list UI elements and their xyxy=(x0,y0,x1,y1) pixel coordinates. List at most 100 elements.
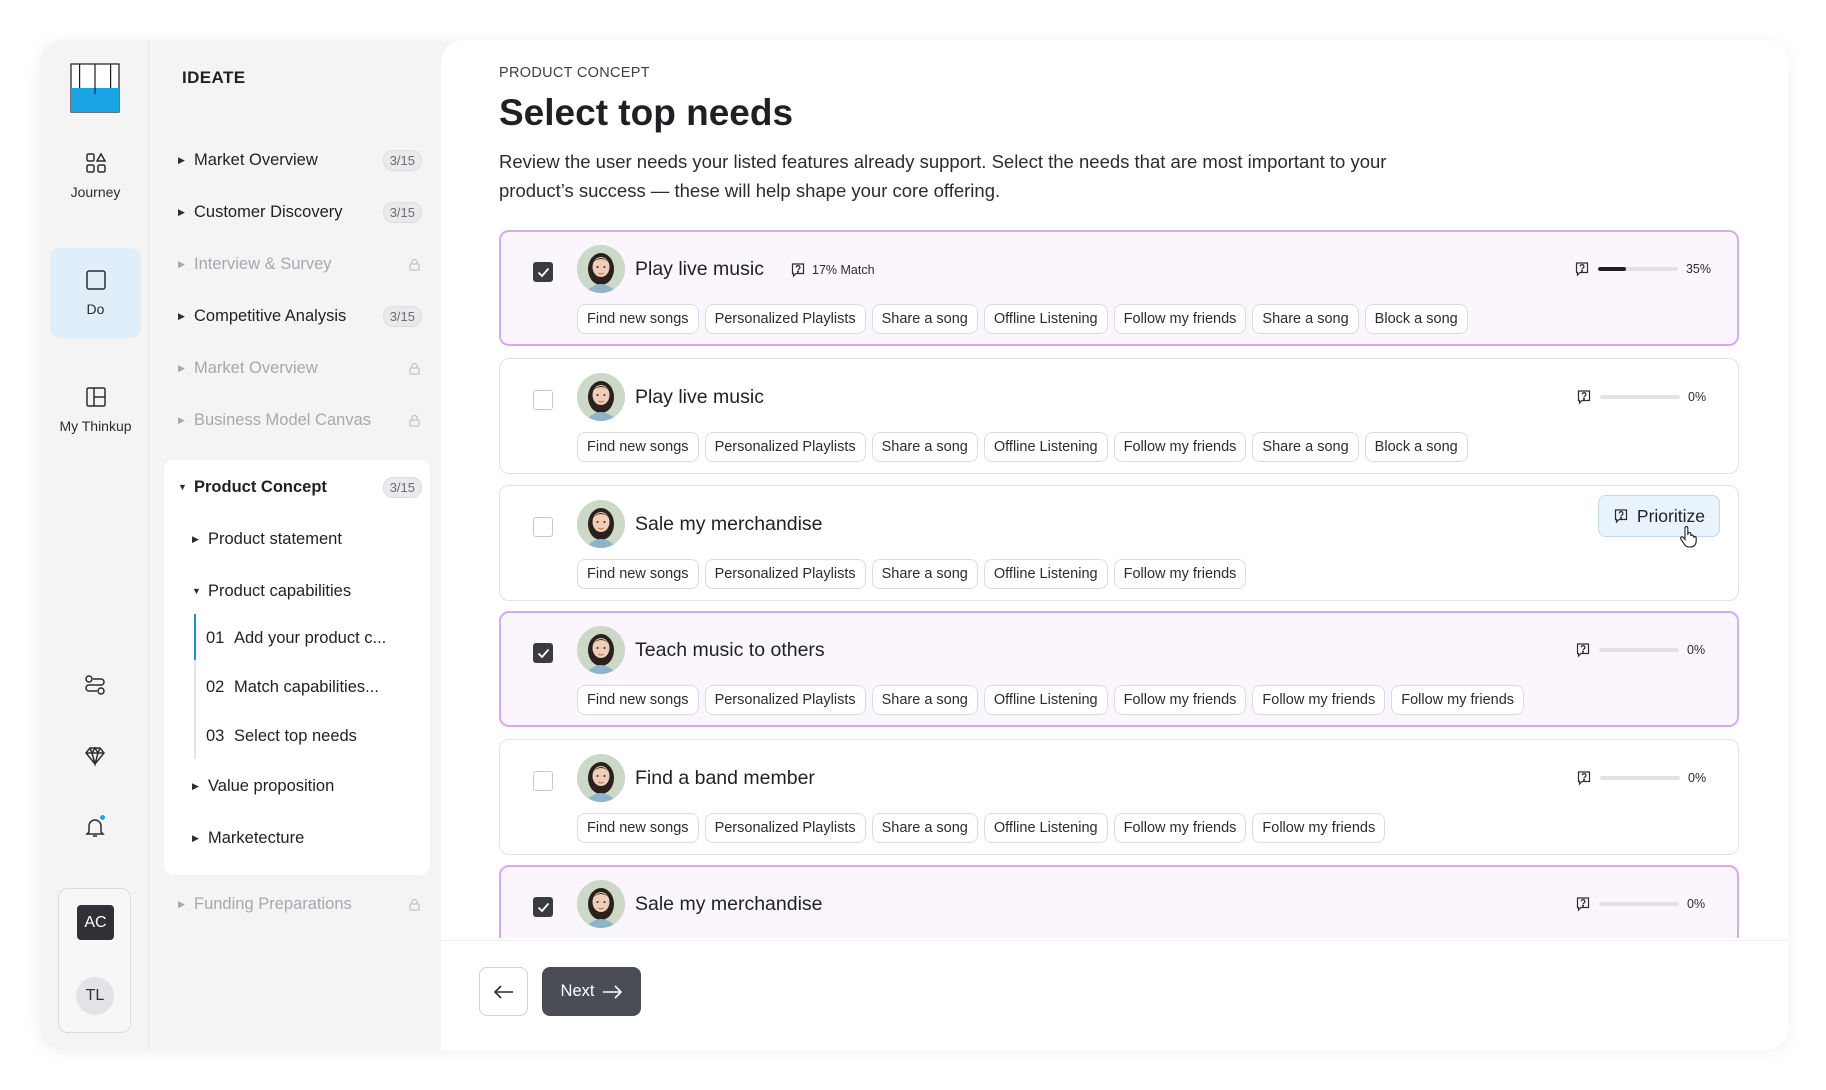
priority-track xyxy=(1600,776,1680,780)
nav-item-competitive-analysis[interactable]: ▶ Competitive Analysis 3/15 xyxy=(164,294,430,338)
feature-tag[interactable]: Share a song xyxy=(1252,304,1359,334)
step-add-product-capabilities[interactable]: 01 Add your product c... xyxy=(206,616,426,660)
left-rail: Journey Do My Thinkup AC TL xyxy=(40,40,149,1050)
step-select-top-needs[interactable]: 03 Select top needs xyxy=(206,714,426,758)
need-checkbox[interactable] xyxy=(533,390,553,410)
priority-meter: 0% xyxy=(1576,770,1712,786)
feature-tag[interactable]: Share a song xyxy=(871,432,978,462)
nav-subitem-marketecture[interactable]: ▶ Marketecture xyxy=(192,816,430,860)
nav-subitem-value-proposition[interactable]: ▶ Value proposition xyxy=(192,764,430,808)
nav-subitem-label: Marketecture xyxy=(208,828,305,847)
feature-tag[interactable]: Find new songs xyxy=(577,685,699,715)
rail-item-label: Do xyxy=(86,301,105,317)
step-match-capabilities[interactable]: 02 Match capabilities... xyxy=(206,665,426,709)
feature-tag[interactable]: Offline Listening xyxy=(983,813,1108,843)
routes-icon xyxy=(85,675,105,695)
step-label: Match capabilities... xyxy=(234,677,379,696)
feature-tag[interactable]: Follow my friends xyxy=(1113,559,1247,589)
nav-item-label: Market Overview xyxy=(194,358,318,377)
feature-tag[interactable]: Offline Listening xyxy=(983,304,1108,334)
notifications-button[interactable] xyxy=(73,805,117,849)
feature-tag[interactable]: Offline Listening xyxy=(983,432,1108,462)
rail-item-do[interactable]: Do xyxy=(50,248,141,338)
feature-tag[interactable]: Personalized Playlists xyxy=(704,813,866,843)
nav-item-market-overview[interactable]: ▶ Market Overview 3/15 xyxy=(164,138,430,182)
rail-item-label: Journey xyxy=(70,184,121,200)
feature-tag[interactable]: Personalized Playlists xyxy=(704,304,866,334)
needs-list[interactable]: Play live music Find new songs Personalize… xyxy=(499,230,1739,938)
persona-portrait xyxy=(577,373,625,421)
feature-tag[interactable]: Follow my friends xyxy=(1252,813,1386,843)
need-card[interactable]: Find a band member Find new songs Personal… xyxy=(499,739,1739,855)
feature-tag[interactable]: Follow my friends xyxy=(1252,685,1386,715)
priority-meter: 35% xyxy=(1574,261,1711,277)
feature-tag[interactable]: Offline Listening xyxy=(983,559,1108,589)
nav-subitem-product-statement[interactable]: ▶ Product statement xyxy=(192,517,430,561)
need-checkbox[interactable] xyxy=(533,643,553,663)
priority-track xyxy=(1600,395,1680,399)
feature-tag[interactable]: Follow my friends xyxy=(1113,304,1247,334)
nav-item-product-concept[interactable]: ▼ Product Concept 3/15 xyxy=(164,465,430,509)
feature-tag[interactable]: Follow my friends xyxy=(1113,432,1247,462)
routes-button[interactable] xyxy=(73,663,117,707)
feature-tag[interactable]: Personalized Playlists xyxy=(704,685,866,715)
feature-tag[interactable]: Find new songs xyxy=(577,304,699,334)
rail-item-my-thinkup[interactable]: My Thinkup xyxy=(50,365,141,455)
match-badge: 17% Match xyxy=(790,262,875,278)
nav-item-label: Competitive Analysis xyxy=(194,306,347,325)
priority-percent: 0% xyxy=(1687,643,1706,657)
next-button[interactable]: Next xyxy=(542,967,641,1016)
feature-tag[interactable]: Block a song xyxy=(1364,432,1468,462)
priority-meter: 0% xyxy=(1575,896,1711,912)
need-card[interactable]: Teach music to others Find new songs Perso… xyxy=(499,611,1739,727)
feature-tag[interactable]: Follow my friends xyxy=(1391,685,1525,715)
feature-tags: Find new songs Personalized Playlists Shar… xyxy=(577,432,1468,462)
need-checkbox[interactable] xyxy=(533,771,553,791)
feature-tag[interactable]: Share a song xyxy=(871,685,978,715)
feature-tag[interactable]: Follow my friends xyxy=(1113,685,1247,715)
need-card[interactable]: Play live music Find new songs Personalize… xyxy=(499,230,1739,346)
lock-icon xyxy=(409,414,420,427)
feature-tag[interactable]: Personalized Playlists xyxy=(704,559,866,589)
need-checkbox[interactable] xyxy=(533,262,553,282)
need-card[interactable]: Sale my merchandiseFind new songsPersona… xyxy=(499,865,1739,938)
need-card[interactable]: Play live music Find new songs Personalize… xyxy=(499,358,1739,474)
feature-tag[interactable]: Find new songs xyxy=(577,559,699,589)
rail-item-journey[interactable]: Journey xyxy=(50,131,141,221)
nav-subitem-label: Value proposition xyxy=(208,776,335,795)
account-switcher: AC TL xyxy=(58,888,131,1033)
nav-item-customer-discovery[interactable]: ▶ Customer Discovery 3/15 xyxy=(164,190,430,234)
premium-button[interactable] xyxy=(73,734,117,778)
feature-tag[interactable]: Share a song xyxy=(871,813,978,843)
priority-percent: 0% xyxy=(1688,390,1707,404)
pointer-cursor-icon xyxy=(1678,526,1698,553)
feature-tag[interactable]: Find new songs xyxy=(577,813,699,843)
need-checkbox[interactable] xyxy=(533,517,553,537)
feature-tag[interactable]: Block a song xyxy=(1364,304,1468,334)
arrow-right-icon xyxy=(603,984,623,999)
need-card[interactable]: Sale my merchandise Find new songsPersona… xyxy=(499,485,1739,601)
feature-tag[interactable]: Share a song xyxy=(871,304,978,334)
prioritize-button[interactable]: Prioritize xyxy=(1597,495,1720,537)
back-button[interactable] xyxy=(479,967,528,1016)
checkmark-icon xyxy=(537,267,549,277)
rail-item-label: My Thinkup xyxy=(59,418,132,434)
feature-tag[interactable]: Share a song xyxy=(871,559,978,589)
need-checkbox[interactable] xyxy=(533,897,553,917)
need-title: Sale my merchandise xyxy=(635,513,823,535)
user-avatar[interactable]: TL xyxy=(76,977,114,1015)
progress-count: 3/15 xyxy=(382,476,422,498)
persona-avatar xyxy=(577,500,625,548)
priority-percent: 0% xyxy=(1688,771,1707,785)
nav-subitem-product-capabilities[interactable]: ▼ Product capabilities xyxy=(192,569,430,613)
priority-track xyxy=(1599,902,1679,906)
feature-tag[interactable]: Share a song xyxy=(1252,432,1359,462)
nav-item-label: Interview & Survey xyxy=(194,254,332,273)
feature-tag[interactable]: Find new songs xyxy=(577,432,699,462)
workspace-avatar[interactable]: AC xyxy=(77,905,114,940)
app-window: Journey Do My Thinkup AC TL IDEATE ▶ Mar… xyxy=(40,40,1788,1050)
feature-tag[interactable]: Offline Listening xyxy=(983,685,1108,715)
step-label: Add your product c... xyxy=(234,628,387,647)
feature-tag[interactable]: Follow my friends xyxy=(1113,813,1247,843)
feature-tag[interactable]: Personalized Playlists xyxy=(704,432,866,462)
